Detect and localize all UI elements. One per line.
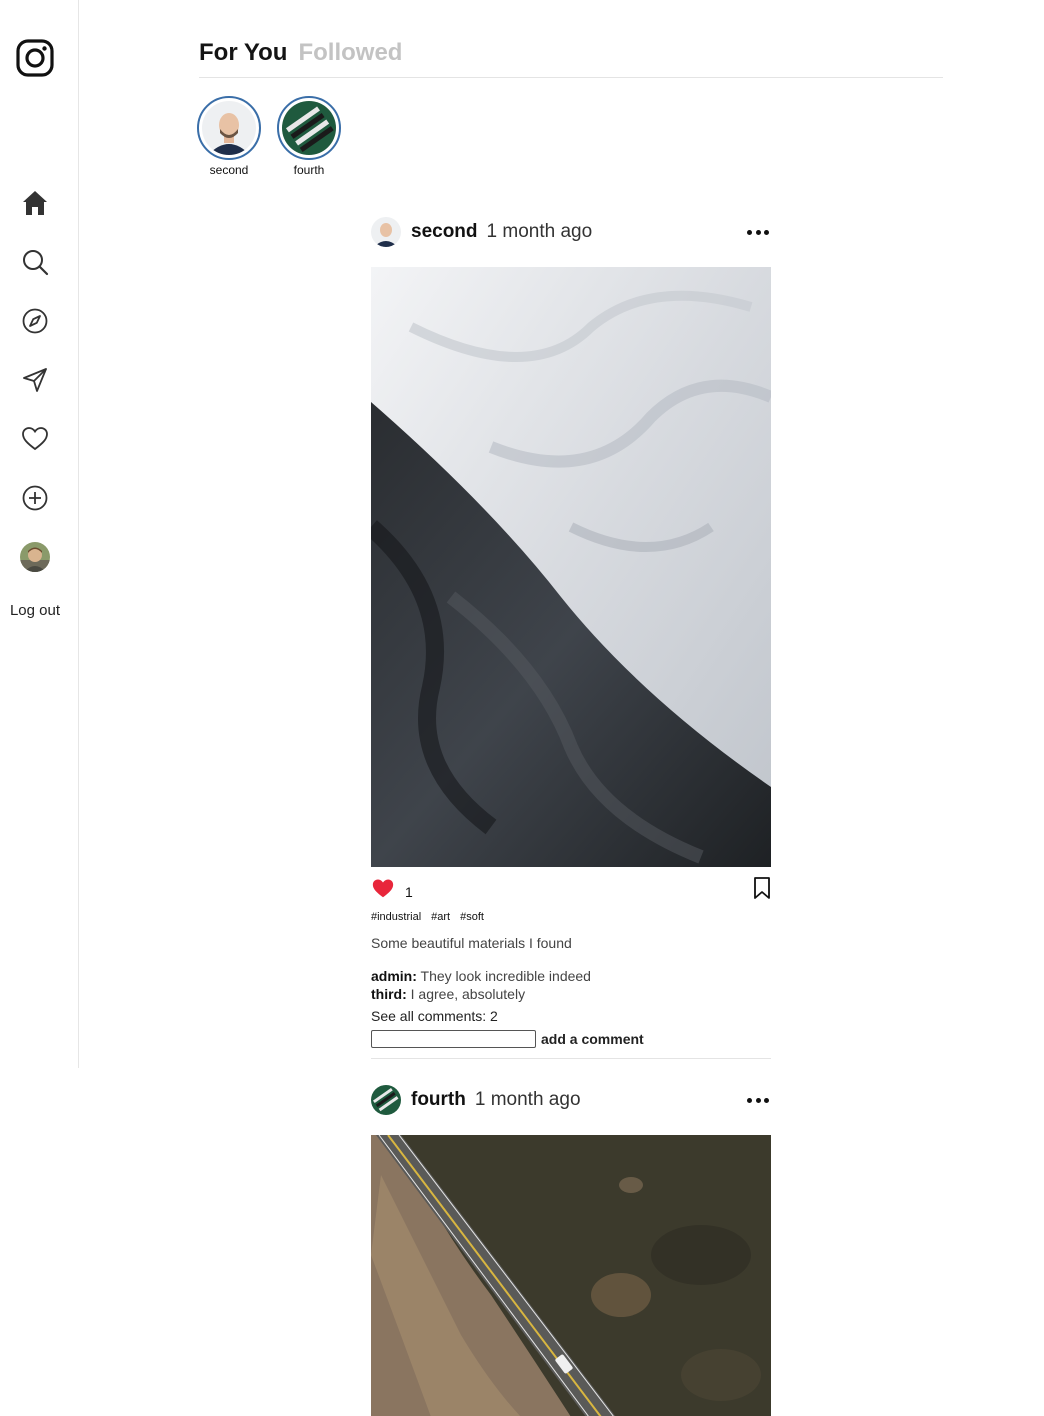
tab-for-you[interactable]: For You [199,38,287,77]
more-options-icon[interactable] [747,227,769,237]
comment-user[interactable]: third: [371,986,407,1002]
post-avatar[interactable] [371,217,401,247]
post-card: second 1 month ago 1 #industrial #art #s… [371,217,771,1059]
comment-user[interactable]: admin: [371,968,417,984]
hashtag[interactable]: #soft [460,911,484,923]
story-ring [277,96,341,160]
add-post-icon[interactable] [20,483,50,513]
post-header: fourth 1 month ago [371,1085,771,1115]
add-comment-button[interactable]: add a comment [541,1031,644,1047]
comment: admin: They look incredible indeed [371,967,771,985]
story-item[interactable]: fourth [277,96,341,177]
story-avatar [202,101,256,155]
explore-icon[interactable] [20,306,50,336]
search-icon[interactable] [20,247,50,277]
post-tags: #industrial #art #soft [371,911,771,923]
profile-avatar[interactable] [20,542,50,572]
instagram-logo-icon[interactable] [15,38,55,78]
post-card: fourth 1 month ago [371,1085,771,1416]
post-avatar[interactable] [371,1085,401,1115]
feed-tabs: For You Followed [199,38,943,78]
see-all-comments-link[interactable]: See all comments: 2 [371,1008,771,1024]
hashtag[interactable]: #art [431,911,450,923]
comments-list: admin: They look incredible indeed third… [371,967,771,1003]
post-image[interactable] [371,267,771,867]
post-image[interactable] [371,1135,771,1416]
add-comment-row: add a comment [371,1030,771,1059]
heart-icon[interactable] [20,424,50,454]
comment-text: I agree, absolutely [410,986,526,1002]
comment-input[interactable] [371,1030,536,1048]
post-timestamp: 1 month ago [474,1089,581,1110]
stories-bar: second fourth [197,96,341,177]
home-icon[interactable] [20,188,50,218]
post-username[interactable]: fourth [411,1089,466,1111]
comment-text: They look incredible indeed [420,968,591,984]
comment: third: I agree, absolutely [371,985,771,1003]
story-name: second [209,163,249,177]
hashtag[interactable]: #industrial [371,911,421,923]
sidebar: Log out [0,0,79,1068]
logout-link[interactable]: Log out [0,602,70,619]
bookmark-icon[interactable] [753,876,771,904]
post-caption: Some beautiful materials I found [371,935,572,951]
like-heart-icon[interactable] [371,877,395,904]
story-item[interactable]: second [197,96,261,177]
post-username[interactable]: second [411,221,478,243]
more-options-icon[interactable] [747,1095,769,1105]
post-timestamp: 1 month ago [486,221,593,242]
story-name: fourth [293,163,325,177]
story-ring [197,96,261,160]
like-count: 1 [405,884,413,900]
story-avatar [282,101,336,155]
messages-icon[interactable] [20,365,50,395]
post-actions: 1 [371,876,771,904]
tab-followed[interactable]: Followed [298,38,402,77]
post-header: second 1 month ago [371,217,771,247]
